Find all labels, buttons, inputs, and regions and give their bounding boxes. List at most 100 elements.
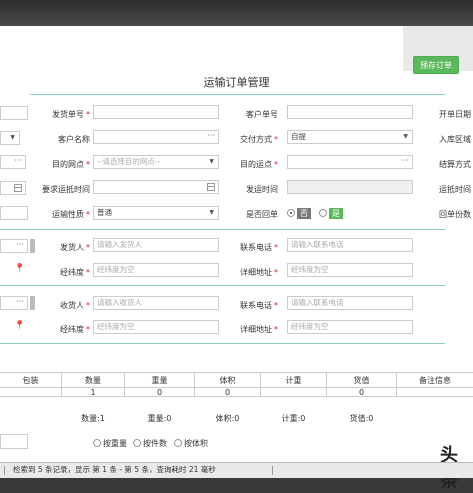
col-header-notes: 备注信息 <box>419 376 451 385</box>
shipper-phone-input[interactable]: 请输入联系电话 <box>287 238 413 252</box>
col-header-quantity: 数量 <box>85 376 101 385</box>
chevron-down-icon: ▼ <box>10 134 15 141</box>
shipper-coords-label: 经纬度 * <box>60 268 90 277</box>
delivery-method-label: 交付方式 * <box>240 135 278 144</box>
ship-time-input[interactable] <box>287 180 413 194</box>
map-pin-icon[interactable]: 📍 <box>14 321 25 331</box>
receipt-yes-radio[interactable] <box>319 209 327 217</box>
more-icon[interactable]: ··· <box>207 131 215 142</box>
receiver-coords-label: 经纬度 * <box>60 325 90 334</box>
col-header-weight: 重量 <box>151 376 168 385</box>
left-field-5[interactable] <box>0 206 28 220</box>
map-pin-icon[interactable]: 📍 <box>14 264 25 274</box>
chevron-down-icon: ▼ <box>209 209 214 216</box>
warehouse-area-label: 入库区域 <box>439 135 471 144</box>
dest-station-input[interactable]: ··· <box>287 155 413 169</box>
receipt-no-tag[interactable]: 否 <box>297 208 311 219</box>
customer-no-label: 客户单号 <box>246 110 278 119</box>
col-header-value: 货值 <box>353 376 370 385</box>
ship-no-input[interactable] <box>93 105 219 119</box>
calc-by-weight-radio[interactable] <box>93 439 101 447</box>
section-divider-2 <box>0 285 445 286</box>
total-charge-weight: 计重:0 <box>281 414 306 423</box>
presave-order-button[interactable]: 预存订单 <box>413 56 459 74</box>
receiver-left-field[interactable]: ··· <box>0 296 28 310</box>
receiver-phone-label: 联系电话 * <box>240 301 278 310</box>
shipper-address-input[interactable]: 经纬度为空 <box>287 263 413 277</box>
receiver-label: 收货人 * <box>60 301 90 310</box>
col-header-charge-weight: 计重 <box>285 376 302 385</box>
settle-method-label: 结算方式 <box>439 160 471 169</box>
receipt-no-radio[interactable] <box>287 209 295 217</box>
receiver-scroll-handle[interactable] <box>30 296 35 310</box>
more-icon[interactable]: ··· <box>14 156 22 167</box>
shipper-phone-label: 联系电话 * <box>240 243 278 252</box>
receipt-yes-tag[interactable]: 是 <box>329 208 343 219</box>
calc-by-count-label: 按件数 <box>143 439 167 448</box>
open-date-label: 开单日期 <box>439 110 471 119</box>
title-divider <box>30 94 445 95</box>
transport-nature-select[interactable]: 普通 ▼ <box>93 206 219 220</box>
status-text: 检索到 5 条记录，显示 第 1 条 - 第 5 条，查询耗时 21 毫秒 <box>13 465 216 474</box>
delivery-method-select[interactable]: 自提 ▼ <box>287 130 413 144</box>
customer-name-input[interactable]: ··· <box>93 130 219 144</box>
dest-site-select[interactable]: --请选择目的网点-- ▼ <box>93 155 219 169</box>
receiver-input[interactable]: 请输入收货人 <box>93 296 219 310</box>
more-icon[interactable]: ··· <box>401 156 409 167</box>
shipper-coords-input[interactable]: 经纬度为空 <box>93 263 219 277</box>
more-icon[interactable]: ··· <box>16 297 24 308</box>
cell-value[interactable]: 0 <box>327 388 396 397</box>
arrival-time-label: 运抵时间 <box>439 185 471 194</box>
status-divider <box>4 466 5 475</box>
dest-site-label: 目的网点 * <box>52 160 90 169</box>
left-field-calc[interactable] <box>0 434 28 449</box>
calc-by-weight-label: 按重量 <box>103 439 127 448</box>
section-divider-3 <box>0 343 445 344</box>
left-select-2[interactable]: ▼ <box>0 131 20 145</box>
calc-by-count-radio[interactable] <box>133 439 141 447</box>
transport-nature-label: 运输性质 * <box>52 210 90 219</box>
ship-no-label: 发货单号 * <box>52 110 90 119</box>
customer-no-input[interactable] <box>287 105 413 119</box>
page-title: 运输订单管理 <box>203 76 270 89</box>
receipt-label: 是否回单 <box>246 210 278 219</box>
shipper-address-label: 详细地址 * <box>240 268 278 277</box>
receiver-address-label: 详细地址 * <box>240 325 278 334</box>
col-header-package: 包装 <box>22 376 39 385</box>
table-top-border <box>0 372 473 373</box>
more-icon[interactable]: ··· <box>16 240 24 251</box>
section-divider-1 <box>0 229 445 230</box>
receiver-address-input[interactable]: 经纬度为空 <box>287 320 413 334</box>
status-bar: 检索到 5 条记录，显示 第 1 条 - 第 5 条，查询耗时 21 毫秒 <box>0 462 473 478</box>
calc-by-volume-label: 按体积 <box>184 439 208 448</box>
shipper-left-field[interactable]: ··· <box>0 239 28 253</box>
window-top-bar <box>0 0 473 26</box>
shipper-scroll-handle[interactable] <box>30 239 35 253</box>
receipt-copies-label: 回单份数 <box>439 210 471 219</box>
shipper-input[interactable]: 请输入发货人 <box>93 238 219 252</box>
customer-name-label: 客户名称 <box>58 135 90 144</box>
cell-volume[interactable]: 0 <box>195 388 260 397</box>
shipper-label: 发货人 * <box>60 243 90 252</box>
total-quantity: 数量:1 <box>81 414 105 423</box>
left-field-1[interactable] <box>0 106 28 120</box>
receiver-coords-input[interactable]: 经纬度为空 <box>93 320 219 334</box>
req-arrival-input[interactable] <box>93 180 219 194</box>
calendar-icon[interactable] <box>207 183 215 191</box>
calendar-icon[interactable] <box>14 184 22 192</box>
req-arrival-label: 要求运抵时间 <box>42 185 90 194</box>
left-date-4[interactable] <box>0 181 26 195</box>
chevron-down-icon: ▼ <box>403 133 408 140</box>
total-volume: 体积:0 <box>215 414 240 423</box>
calc-by-volume-radio[interactable] <box>174 439 182 447</box>
total-value: 货值:0 <box>349 414 374 423</box>
receiver-phone-input[interactable]: 请输入联系电话 <box>287 296 413 310</box>
ship-time-label: 发运时间 <box>246 185 278 194</box>
total-weight: 重量:0 <box>147 414 172 423</box>
cell-weight[interactable]: 0 <box>125 388 194 397</box>
cell-quantity[interactable]: 1 <box>62 388 124 397</box>
status-divider <box>272 466 273 475</box>
col-header-volume: 体积 <box>219 376 236 385</box>
left-field-3[interactable]: ··· <box>0 155 26 169</box>
chevron-down-icon: ▼ <box>209 158 214 165</box>
